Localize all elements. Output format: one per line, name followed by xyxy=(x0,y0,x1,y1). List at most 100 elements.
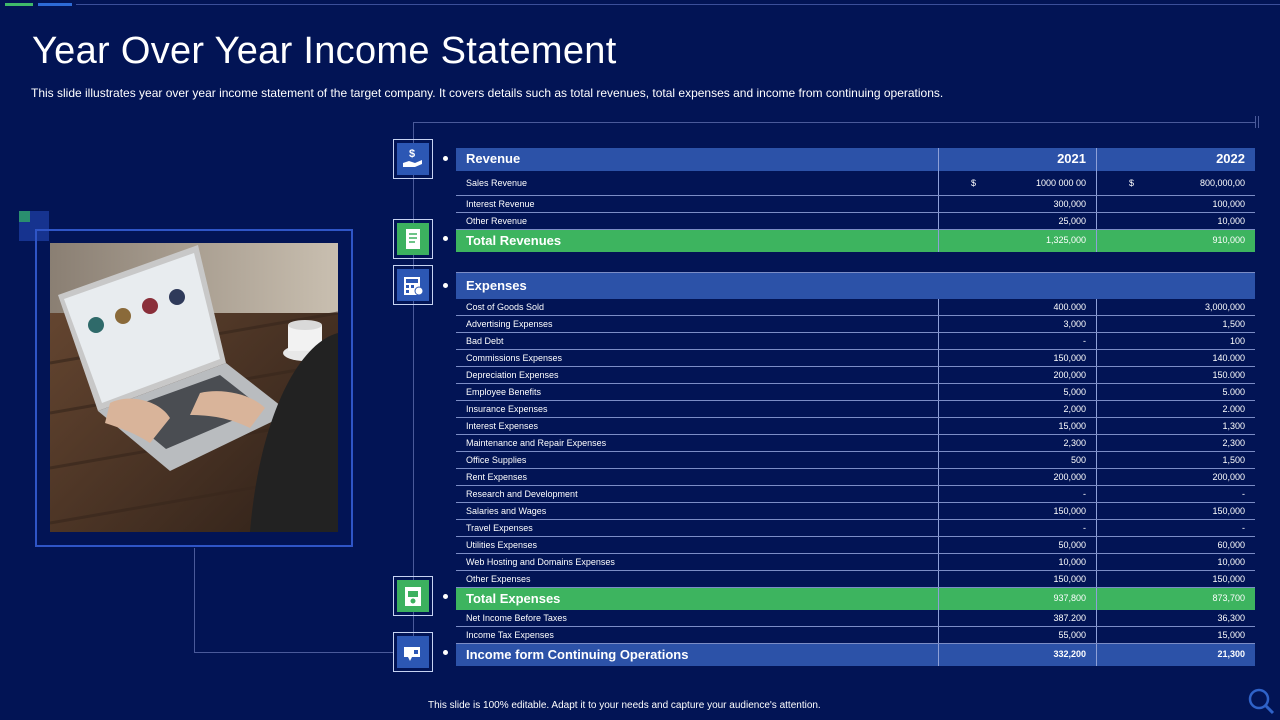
row-label: Salaries and Wages xyxy=(466,506,547,516)
value-2021: 5,000 xyxy=(938,384,1096,400)
value-2021: 50,000 xyxy=(938,537,1096,553)
table-row: Travel Expenses - - xyxy=(456,520,1255,537)
value-2022: 21,300 xyxy=(1096,644,1255,666)
table-row: Income Tax Expenses 55,000 15,000 xyxy=(456,627,1255,644)
table-row: Commissions Expenses 150,000 140.000 xyxy=(456,350,1255,367)
row-label: Sales Revenue xyxy=(466,178,528,188)
accent-segment-blue xyxy=(38,3,72,6)
year-2022-header: 2022 xyxy=(1096,148,1255,171)
row-label: Research and Development xyxy=(466,489,578,499)
value-2021: 2,300 xyxy=(938,435,1096,451)
decor-square-small xyxy=(19,211,30,222)
row-label: Advertising Expenses xyxy=(466,319,553,329)
value-2021: 1,325,000 xyxy=(938,230,1096,252)
money-bill-icon xyxy=(393,576,433,616)
value-2022: - xyxy=(1096,520,1255,536)
value-2022: 1,300 xyxy=(1096,418,1255,434)
svg-text:$: $ xyxy=(409,148,415,160)
table-row: Net Income Before Taxes 387.200 36,300 xyxy=(456,610,1255,627)
table-row: Bad Debt -100 xyxy=(456,333,1255,350)
value-2022: 15,000 xyxy=(1096,627,1255,643)
table-row: Office Supplies 500 1,500 xyxy=(456,452,1255,469)
value-2021: - xyxy=(938,520,1096,536)
connector-dot xyxy=(443,236,448,241)
value-2022: 200,000 xyxy=(1096,469,1255,485)
value-2022: 100 xyxy=(1096,333,1255,349)
value-2022: 150,000 xyxy=(1096,571,1255,587)
table-row: Depreciation Expenses 200,000 150.000 xyxy=(456,367,1255,384)
table-row: Sales Revenue $1000 000 00 $800,000,00 xyxy=(456,171,1255,196)
receipt-icon xyxy=(393,219,433,259)
hand-dollar-icon: $ xyxy=(393,139,433,179)
value-2021: 15,000 xyxy=(938,418,1096,434)
value-2022: 100,000 xyxy=(1096,196,1255,212)
row-label: Rent Expenses xyxy=(466,472,528,482)
search-icon[interactable] xyxy=(1246,686,1276,716)
value-2022: 1,500 xyxy=(1096,316,1255,332)
value-2021: 3,000 xyxy=(938,316,1096,332)
table-row: Rent Expenses 200,000 200,000 xyxy=(456,469,1255,486)
value-2021: 500 xyxy=(938,452,1096,468)
row-label: Total Expenses xyxy=(466,591,561,606)
calculator-icon xyxy=(393,265,433,305)
value-2022: 150.000 xyxy=(1096,367,1255,383)
row-label: Office Supplies xyxy=(466,455,527,465)
row-label: Utilities Expenses xyxy=(466,540,538,550)
laptop-photo-illustration xyxy=(50,243,338,532)
row-label: Employee Benefits xyxy=(466,387,542,397)
value-2021: 937,800 xyxy=(938,588,1096,610)
table-row: Maintenance and Repair Expenses 2,300 2,30… xyxy=(456,435,1255,452)
table-row: Research and Development - - xyxy=(456,486,1255,503)
value-2022: 5.000 xyxy=(1096,384,1255,400)
row-label: Income Tax Expenses xyxy=(466,630,554,640)
revenue-header-label: Revenue xyxy=(466,151,521,166)
currency-symbol: $ xyxy=(1129,178,1135,188)
row-label: Total Revenues xyxy=(466,233,562,248)
value-2022: 1,500 xyxy=(1096,452,1255,468)
value-2021: 150,000 xyxy=(938,350,1096,366)
laptop-photo xyxy=(50,243,338,532)
value-2022: 2,300 xyxy=(1096,435,1255,451)
row-label: Income form Continuing Operations xyxy=(466,647,689,662)
row-label: Bad Debt xyxy=(466,336,504,346)
table-row: Salaries and Wages 150,000 150,000 xyxy=(456,503,1255,520)
value-2021: 332,200 xyxy=(938,644,1096,666)
value-2021: $1000 000 00 xyxy=(938,171,1096,195)
year-2021-header: 2021 xyxy=(938,148,1096,171)
footer-note: This slide is 100% editable. Adapt it to… xyxy=(428,700,821,711)
table-row: Utilities Expenses 50,000 60,000 xyxy=(456,537,1255,554)
row-label: Maintenance and Repair Expenses xyxy=(466,438,607,448)
table-row: Interest Expenses 15,000 1,300 xyxy=(456,418,1255,435)
row-label: Net Income Before Taxes xyxy=(466,613,567,623)
row-label: Insurance Expenses xyxy=(466,404,548,414)
value-2022: 150,000 xyxy=(1096,503,1255,519)
value-2022: $800,000,00 xyxy=(1096,171,1255,195)
connector-dot xyxy=(443,156,448,161)
row-label: Interest Expenses xyxy=(466,421,539,431)
value-2021: 400.000 xyxy=(938,299,1096,315)
row-label: Interest Revenue xyxy=(466,199,535,209)
table-row: Employee Benefits 5,000 5.000 xyxy=(456,384,1255,401)
table-row: Insurance Expenses 2,000 2.000 xyxy=(456,401,1255,418)
page-title: Year Over Year Income Statement xyxy=(32,30,617,72)
value-2021: 55,000 xyxy=(938,627,1096,643)
value-2022: 10,000 xyxy=(1096,213,1255,229)
table-row: Other Revenue 25,000 10,000 xyxy=(456,213,1255,230)
total-expenses-row: Total Expenses 937,800 873,700 xyxy=(456,588,1255,610)
revenue-header-row: Revenue 2021 2022 xyxy=(456,148,1255,171)
table-row: Other Expenses 150,000 150,000 xyxy=(456,571,1255,588)
connector-vertical xyxy=(413,122,414,652)
value-2022: 140.000 xyxy=(1096,350,1255,366)
total-revenues-row: Total Revenues 1,325,000 910,000 xyxy=(456,230,1255,252)
value-2022: 910,000 xyxy=(1096,230,1255,252)
value: 800,000,00 xyxy=(1199,178,1245,188)
table-row: Web Hosting and Domains Expenses 10,000 10… xyxy=(456,554,1255,571)
value-2021: 200,000 xyxy=(938,469,1096,485)
value-2022: - xyxy=(1096,486,1255,502)
connector-photo-down xyxy=(194,548,195,652)
value-2021: 200,000 xyxy=(938,367,1096,383)
value-2022: 873,700 xyxy=(1096,588,1255,610)
value-2022: 3,000,000 xyxy=(1096,299,1255,315)
value-2021: 387.200 xyxy=(938,610,1096,626)
empty-cell xyxy=(1096,273,1255,299)
